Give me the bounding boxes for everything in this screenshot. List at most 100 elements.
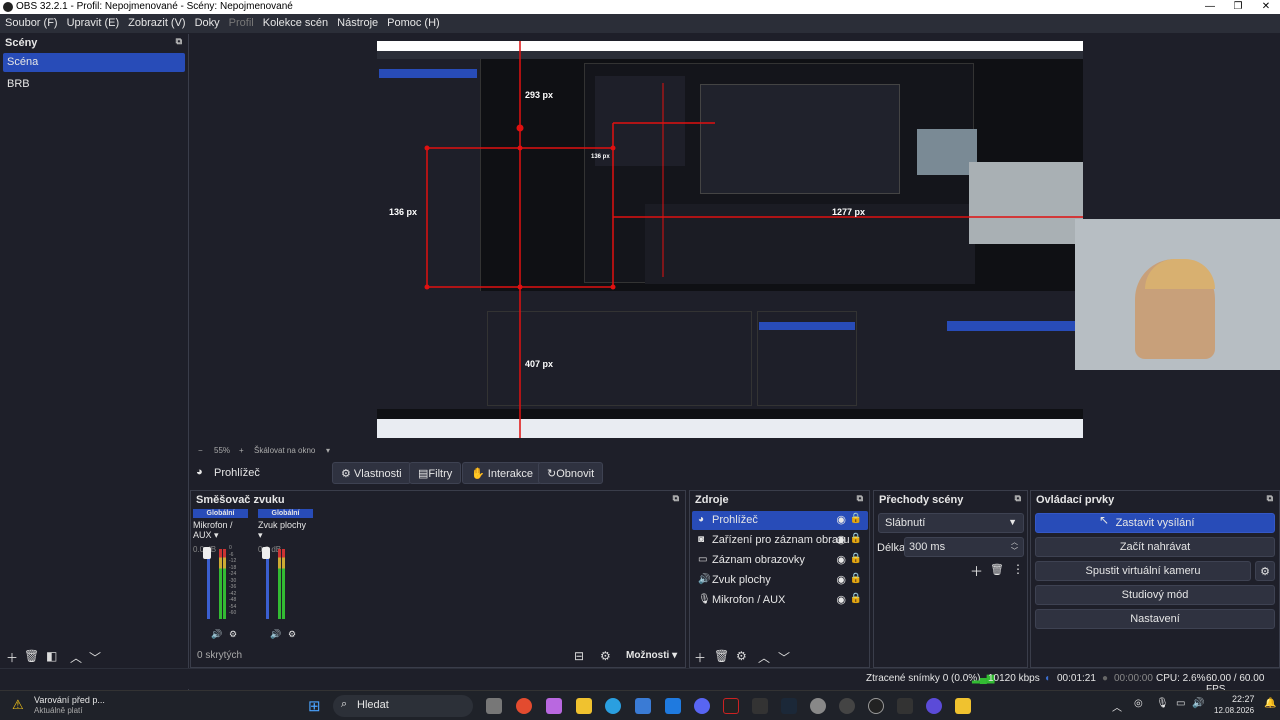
channel-settings-icon[interactable]: ⚙ <box>288 629 296 640</box>
edge-icon[interactable] <box>605 698 621 714</box>
minimize-button[interactable]: — <box>1196 0 1224 14</box>
channel-settings-icon[interactable]: ⚙ <box>229 629 237 640</box>
scene-item-scena[interactable]: Scéna <box>3 53 185 72</box>
tray-app-icon[interactable]: ◎ <box>1134 698 1143 709</box>
stop-streaming-button[interactable]: Zastavit vysílání <box>1035 513 1275 533</box>
eye-icon[interactable]: ◉ <box>836 533 846 546</box>
warning-icon[interactable]: ⚠ <box>12 697 24 713</box>
windows-start-icon[interactable]: ⊞ <box>308 697 321 715</box>
source-up-icon[interactable]: ︿ <box>758 649 770 666</box>
notifications-icon[interactable]: 🔔 <box>1264 698 1276 709</box>
eye-icon[interactable]: ◉ <box>836 593 846 606</box>
transition-select[interactable]: Slábnutí ▼ <box>878 513 1024 533</box>
settings-button[interactable]: Nastavení <box>1035 609 1275 629</box>
tray-chevron-icon[interactable]: ︿ <box>1112 699 1122 714</box>
lock-icon[interactable]: 🔒 <box>850 513 862 524</box>
add-source-icon[interactable]: ＋ <box>694 649 706 666</box>
lock-icon[interactable]: 🔒 <box>850 573 862 584</box>
menu-tools[interactable]: Nástroje <box>332 14 382 29</box>
store-icon[interactable] <box>635 698 651 714</box>
source-item-capture-device[interactable]: ◙ Zařízení pro záznam obrazu ◉ 🔒 <box>692 531 868 550</box>
taskbar-search[interactable]: ⌕ Hledat <box>333 695 473 717</box>
more-options-icon[interactable]: ⋮ <box>1012 562 1024 576</box>
capcut-icon[interactable] <box>723 698 739 714</box>
channel-name[interactable]: Zvuk plochy ▾ <box>258 518 313 541</box>
file-explorer-icon[interactable] <box>576 698 592 714</box>
float-dock-icon[interactable]: ⧉ <box>1267 493 1273 504</box>
source-item-browser[interactable]: ◕ Prohlížeč ◉ 🔒 <box>692 511 868 530</box>
speaker-icon[interactable]: 🔊 <box>211 629 222 640</box>
lock-icon[interactable]: 🔒 <box>850 553 862 564</box>
zoom-in-button[interactable]: + <box>239 446 244 455</box>
chrome-icon[interactable] <box>516 698 532 714</box>
start-recording-button[interactable]: Začít nahrávat <box>1035 537 1275 557</box>
tray-network-icon[interactable]: ▭ <box>1176 698 1185 709</box>
remove-transition-icon[interactable]: 🗑 <box>990 563 1004 576</box>
interact-button[interactable]: ✋ Interakce <box>462 462 543 484</box>
channel-name[interactable]: Mikrofon / AUX ▾ <box>193 518 248 541</box>
steam-icon[interactable] <box>781 698 797 714</box>
menu-docks[interactable]: Doky <box>190 14 224 29</box>
volume-handle[interactable] <box>262 547 270 559</box>
lock-icon[interactable]: 🔒 <box>850 533 862 544</box>
clock-date[interactable]: 12.08.2026 <box>1214 706 1254 715</box>
app-r-icon[interactable] <box>897 698 913 714</box>
refresh-button[interactable]: ↻Obnovit <box>538 462 604 484</box>
virtual-camera-settings-icon[interactable]: ⚙ <box>1255 561 1275 581</box>
lock-icon[interactable]: 🔒 <box>850 593 862 604</box>
float-dock-icon[interactable]: ⧉ <box>176 36 182 47</box>
obs-taskbar-icon[interactable] <box>868 698 884 714</box>
volume-handle[interactable] <box>203 547 211 559</box>
float-dock-icon[interactable]: ⧉ <box>857 493 863 504</box>
eye-icon[interactable]: ◉ <box>836 513 846 526</box>
task-view-icon[interactable] <box>486 698 502 714</box>
menu-scene-collection[interactable]: Kolekce scén <box>258 14 332 29</box>
source-down-icon[interactable]: ﹀ <box>778 649 790 666</box>
options-button[interactable]: Možnosti ▾ <box>626 650 677 661</box>
source-item-desktop-audio[interactable]: 🔊 Zvuk plochy ◉ 🔒 <box>692 571 868 590</box>
volume-slider[interactable] <box>266 549 269 619</box>
add-transition-icon[interactable]: ＋ <box>970 561 983 580</box>
maximize-button[interactable]: ❐ <box>1224 0 1252 14</box>
volume-slider[interactable] <box>207 549 210 619</box>
eye-icon[interactable]: ◉ <box>836 573 846 586</box>
weather-warning-title[interactable]: Varování před p... <box>34 695 105 705</box>
menu-profile[interactable]: Profil <box>224 14 258 29</box>
app-circle-icon[interactable] <box>926 698 942 714</box>
copilot-icon[interactable] <box>546 698 562 714</box>
photos-icon[interactable] <box>665 698 681 714</box>
trash-icon[interactable]: 🗑 <box>24 649 39 663</box>
source-settings-icon[interactable]: ⚙ <box>736 649 747 663</box>
start-virtual-camera-button[interactable]: Spustit virtuální kameru <box>1035 561 1251 581</box>
tray-volume-icon[interactable]: 🔊 <box>1192 698 1204 709</box>
studio-mode-button[interactable]: Studiový mód <box>1035 585 1275 605</box>
move-up-icon[interactable]: ︿ <box>70 649 82 666</box>
program-preview[interactable]: 293 px 136 px 1277 px 407 px 136 px <box>377 41 1083 438</box>
scene-item-brb[interactable]: BRB <box>3 75 185 94</box>
float-dock-icon[interactable]: ⧉ <box>1015 493 1021 504</box>
app-yellow-icon[interactable] <box>955 698 971 714</box>
scale-mode[interactable]: Škálovat na okno <box>254 446 315 455</box>
scale-dropdown-icon[interactable]: ▾ <box>326 446 330 455</box>
menu-help[interactable]: Pomoc (H) <box>382 14 444 29</box>
filter-icon[interactable]: ◧ <box>46 649 57 663</box>
zoom-out-button[interactable]: − <box>198 446 203 455</box>
menu-edit[interactable]: Upravit (E) <box>62 14 124 29</box>
clock-time[interactable]: 22:27 <box>1232 694 1255 704</box>
move-down-icon[interactable]: ﹀ <box>89 649 101 666</box>
duration-input[interactable]: 300 ms ︿ ﹀ <box>904 537 1024 557</box>
mixer-settings-icon[interactable]: ⚙ <box>600 649 611 663</box>
epic-games-icon[interactable] <box>752 698 768 714</box>
menu-view[interactable]: Zobrazit (V) <box>123 14 189 29</box>
mixer-layout-icon[interactable]: ⊟ <box>574 649 584 663</box>
float-dock-icon[interactable]: ⧉ <box>673 493 679 504</box>
source-item-mic[interactable]: 🎙 Mikrofon / AUX ◉ 🔒 <box>692 591 868 610</box>
settings-app-icon[interactable] <box>810 698 826 714</box>
menu-file[interactable]: Soubor (F) <box>0 14 62 29</box>
spin-arrows-icon[interactable]: ︿ ﹀ <box>1011 538 1018 556</box>
discord-icon[interactable] <box>694 698 710 714</box>
add-icon[interactable]: ＋ <box>6 649 18 666</box>
tray-mic-icon[interactable]: 🎙 <box>1156 698 1169 709</box>
app-icon[interactable] <box>839 698 855 714</box>
source-item-screen-capture[interactable]: ▭ Záznam obrazovky ◉ 🔒 <box>692 551 868 570</box>
